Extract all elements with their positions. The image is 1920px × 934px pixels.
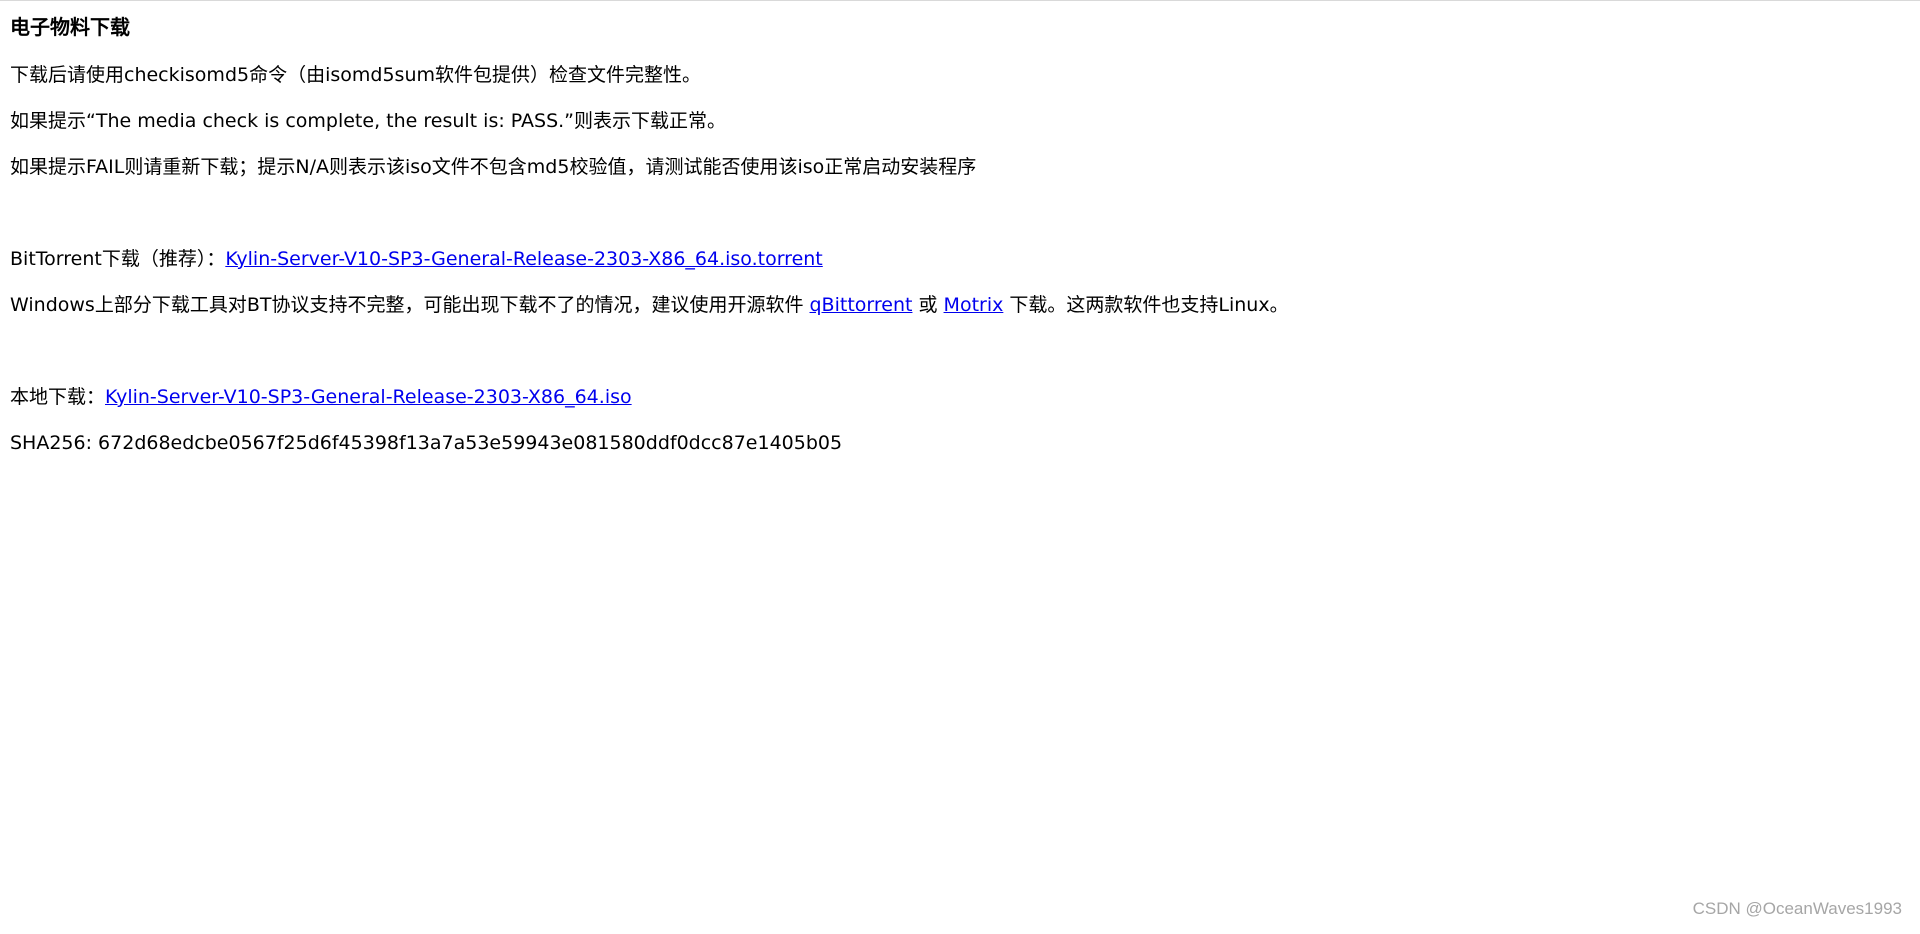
bittorrent-note-or: 或 (912, 294, 944, 316)
qbittorrent-link[interactable]: qBittorrent (810, 294, 913, 316)
intro-line-checkisomd5: 下载后请使用checkisomd5命令（由isomd5sum软件包提供）检查文件… (10, 64, 701, 86)
sha256-checksum: SHA256: 672d68edcbe0567f25d6f45398f13a7a… (10, 432, 843, 454)
local-download-label: 本地下载： (10, 386, 106, 408)
bittorrent-note-text: Windows上部分下载工具对BT协议支持不完整，可能出现下载不了的情况，建议使… (10, 294, 810, 316)
bittorrent-download-line: BitTorrent下载（推荐）：Kylin-Server-V10-SP3-Ge… (10, 245, 1890, 273)
bittorrent-note-end: 下载。这两款软件也支持Linux。 (1003, 294, 1289, 316)
local-download-line: 本地下载：Kylin-Server-V10-SP3-General-Releas… (10, 383, 1890, 411)
intro-line-pass: 如果提示“The media check is complete, the re… (10, 110, 727, 132)
page-title: 电子物料下载 (10, 15, 130, 39)
top-border (0, 0, 1920, 1)
iso-download-link[interactable]: Kylin-Server-V10-SP3-General-Release-230… (105, 386, 632, 408)
bittorrent-note: Windows上部分下载工具对BT协议支持不完整，可能出现下载不了的情况，建议使… (10, 291, 1890, 319)
intro-line-fail: 如果提示FAIL则请重新下载；提示N/A则表示该iso文件不包含md5校验值，请… (10, 156, 977, 178)
bittorrent-label: BitTorrent下载（推荐）： (10, 248, 226, 270)
page-content: 电子物料下载 下载后请使用checkisomd5命令（由isomd5sum软件包… (10, 12, 1890, 475)
csdn-watermark: CSDN @OceanWaves1993 (1692, 899, 1902, 918)
motrix-link[interactable]: Motrix (944, 294, 1004, 316)
torrent-download-link[interactable]: Kylin-Server-V10-SP3-General-Release-230… (225, 248, 822, 270)
